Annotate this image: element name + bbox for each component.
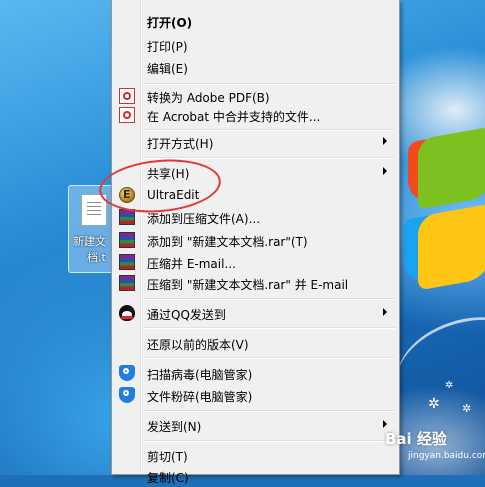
menu-item-label: 打开方式(H) <box>147 137 214 151</box>
menu-item-compress-email[interactable]: 压缩并 E-mail... <box>114 251 397 273</box>
sparkle-icon: ✲ <box>462 402 472 415</box>
context-menu: 打开(O) 打印(P) 编辑(E) 转换为 Adobe PDF(B) 在 Acr… <box>111 0 400 485</box>
menu-item-label: 添加到 "新建文本文档.rar"(T) <box>147 235 308 249</box>
menu-separator <box>144 327 395 329</box>
menu-item-label: 打印(P) <box>147 40 188 54</box>
baidu-watermark-url: jingyan.baidu.com <box>408 451 485 461</box>
menu-item-open-with[interactable]: 打开方式(H) <box>114 131 397 153</box>
menu-item-label: 压缩到 "新建文本文档.rar" 并 E-mail <box>147 278 349 292</box>
menu-item-label: 编辑(E) <box>147 62 188 76</box>
windows-logo-yellow <box>418 203 485 291</box>
menu-item-label: 发送到(N) <box>147 420 202 434</box>
submenu-arrow-icon <box>383 308 387 316</box>
menu-item-edit[interactable]: 编辑(E) <box>114 56 397 78</box>
pc-manager-shield-icon <box>119 387 135 403</box>
menu-separator <box>144 157 395 159</box>
sparkle-icon: ✲ <box>428 396 440 412</box>
submenu-arrow-icon <box>383 420 387 428</box>
menu-item-print[interactable]: 打印(P) <box>114 34 397 56</box>
menu-separator <box>144 298 395 300</box>
menu-separator <box>144 440 395 442</box>
submenu-arrow-icon <box>383 167 387 175</box>
menu-item-label: 文件粉碎(电脑管家) <box>147 390 253 404</box>
menu-item-label: 还原以前的版本(V) <box>147 338 249 352</box>
menu-item-label: 在 Acrobat 中合并支持的文件... <box>147 110 321 124</box>
adobe-pdf-icon <box>119 88 135 104</box>
menu-item-scan-virus[interactable]: 扫描病毒(电脑管家) <box>114 362 397 384</box>
menu-item-compress-rar-email[interactable]: 压缩到 "新建文本文档.rar" 并 E-mail <box>114 272 397 294</box>
menu-item-add-to-rar[interactable]: 添加到 "新建文本文档.rar"(T) <box>114 229 397 251</box>
menu-item-label: 剪切(T) <box>147 450 188 464</box>
menu-item-label: 添加到压缩文件(A)... <box>147 212 261 226</box>
menu-item-label: 扫描病毒(电脑管家) <box>147 368 253 382</box>
menu-item-file-shredder[interactable]: 文件粉碎(电脑管家) <box>114 384 397 406</box>
baidu-watermark: Bai 经验 <box>385 430 447 448</box>
qq-penguin-icon <box>119 305 135 321</box>
menu-item-send-to[interactable]: 发送到(N) <box>114 414 397 436</box>
windows-logo-green <box>418 126 485 210</box>
menu-separator <box>144 410 395 412</box>
sparkle-icon: ✲ <box>445 380 454 391</box>
winrar-icon <box>119 275 135 291</box>
acrobat-merge-icon <box>119 107 135 123</box>
menu-item-restore-versions[interactable]: 还原以前的版本(V) <box>114 332 397 354</box>
winrar-icon <box>119 254 135 270</box>
menu-item-acrobat-merge[interactable]: 在 Acrobat 中合并支持的文件... <box>114 104 397 126</box>
menu-item-label: 通过QQ发送到 <box>147 308 226 322</box>
menu-item-copy[interactable]: 复制(C) <box>114 465 397 487</box>
menu-item-qq-send[interactable]: 通过QQ发送到 <box>114 302 397 324</box>
winrar-icon <box>119 232 135 248</box>
menu-separator <box>144 357 395 359</box>
menu-item-open[interactable]: 打开(O) <box>114 10 397 32</box>
menu-item-label: 复制(C) <box>147 471 189 485</box>
menu-item-label: 打开(O) <box>147 16 193 30</box>
pc-manager-shield-icon <box>119 365 135 381</box>
menu-item-cut[interactable]: 剪切(T) <box>114 444 397 466</box>
menu-item-label: 压缩并 E-mail... <box>147 257 236 271</box>
submenu-arrow-icon <box>383 137 387 145</box>
